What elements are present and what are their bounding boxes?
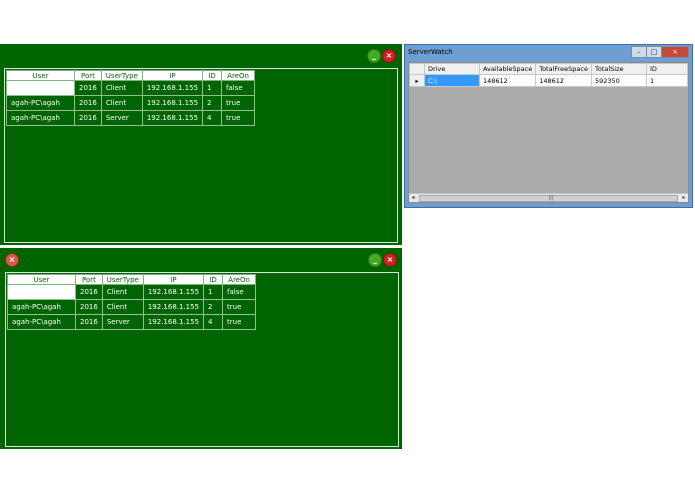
cell-areon[interactable]: true <box>221 110 256 126</box>
table-row[interactable]: agah-PC\agah 2016 Server 192.168.1.155 4… <box>6 110 256 126</box>
col-header-ip[interactable]: IP <box>141 70 204 81</box>
cell-areon[interactable]: true <box>222 314 257 330</box>
panel-content: User Port UserType IP ID AreOn 2016 Clie… <box>5 272 399 447</box>
cell-user[interactable]: agah-PC\agah <box>7 299 76 315</box>
minimize-button[interactable]: _ <box>367 49 381 63</box>
cell-usertype[interactable]: Client <box>101 284 144 300</box>
cell-user[interactable]: agah-PC\agah <box>6 95 75 111</box>
table-row[interactable]: 2016 Client 192.168.1.155 1 false <box>7 284 257 300</box>
scroll-left-icon[interactable]: ◂ <box>409 194 417 202</box>
cell-availablespace[interactable]: 148612 <box>478 74 537 87</box>
server-watch-window: ServerWatch – □ × Drive AvailableSpace T… <box>404 44 693 208</box>
col-header-drive[interactable]: Drive <box>423 63 480 75</box>
cell-port[interactable]: 2016 <box>74 110 102 126</box>
cell-port[interactable]: 2016 <box>74 80 102 96</box>
panel-titlebar: _ × <box>0 44 402 66</box>
cell-ip[interactable]: 192.168.1.155 <box>141 80 204 96</box>
cell-areon[interactable]: false <box>222 284 257 300</box>
scroll-right-icon[interactable]: ▸ <box>680 194 688 202</box>
col-header-id[interactable]: ID <box>202 70 223 81</box>
window-controls: – □ × <box>631 46 689 58</box>
cell-user[interactable]: agah-PC\agah <box>7 314 76 330</box>
row-selector-icon[interactable]: ▸ <box>409 74 425 87</box>
table-row[interactable]: agah-PC\agah 2016 Client 192.168.1.155 2… <box>7 299 257 315</box>
table-row[interactable]: agah-PC\agah 2016 Client 192.168.1.155 2… <box>6 95 256 111</box>
user-panel-top: _ × User Port UserType IP ID AreOn 2016 … <box>0 44 402 245</box>
cell-totalsize[interactable]: 592350 <box>591 74 647 87</box>
cell-usertype[interactable]: Server <box>101 314 144 330</box>
cell-id[interactable]: 1 <box>645 74 689 87</box>
minimize-button[interactable]: – <box>631 46 647 58</box>
drives-grid[interactable]: Drive AvailableSpace TotalFreeSpace Tota… <box>409 63 689 87</box>
cell-usertype[interactable]: Client <box>100 95 143 111</box>
cell-port[interactable]: 2016 <box>75 284 103 300</box>
cell-usertype[interactable]: Server <box>100 110 143 126</box>
cell-port[interactable]: 2016 <box>75 314 103 330</box>
col-header-port[interactable]: Port <box>75 274 103 285</box>
cell-drive[interactable]: C:\ <box>423 74 480 87</box>
window-title: ServerWatch <box>408 48 453 56</box>
col-header-usertype[interactable]: UserType <box>100 70 143 81</box>
table-row[interactable]: agah-PC\agah 2016 Server 192.168.1.155 4… <box>7 314 257 330</box>
cell-ip[interactable]: 192.168.1.155 <box>141 95 204 111</box>
minimize-button[interactable]: _ <box>368 253 382 267</box>
row-header-corner[interactable] <box>409 63 425 75</box>
maximize-button[interactable]: □ <box>646 46 662 58</box>
cell-ip[interactable]: 192.168.1.155 <box>142 314 205 330</box>
cell-user[interactable] <box>6 80 75 96</box>
panel-content: User Port UserType IP ID AreOn 2016 Clie… <box>4 68 398 243</box>
col-header-totalsize[interactable]: TotalSize <box>591 63 647 75</box>
panel-titlebar: × _ × <box>0 248 402 270</box>
cell-port[interactable]: 2016 <box>75 299 103 315</box>
scroll-grip-icon: ||| <box>548 195 554 201</box>
col-header-availablespace[interactable]: AvailableSpace <box>478 63 537 75</box>
grid-header-row: Drive AvailableSpace TotalFreeSpace Tota… <box>409 63 689 75</box>
drives-grid-area: Drive AvailableSpace TotalFreeSpace Tota… <box>408 62 689 203</box>
cell-areon[interactable]: true <box>222 299 257 315</box>
cell-id[interactable]: 2 <box>203 299 224 315</box>
col-header-areon[interactable]: AreOn <box>221 70 256 81</box>
col-header-user[interactable]: User <box>6 70 75 81</box>
col-header-user[interactable]: User <box>7 274 76 285</box>
col-header-id[interactable]: ID <box>203 274 224 285</box>
cell-areon[interactable]: true <box>221 95 256 111</box>
col-header-totalfreespace[interactable]: TotalFreeSpace <box>535 63 592 75</box>
cell-id[interactable]: 4 <box>203 314 224 330</box>
cell-user[interactable] <box>7 284 76 300</box>
users-grid[interactable]: User Port UserType IP ID AreOn 2016 Clie… <box>7 274 257 330</box>
col-header-usertype[interactable]: UserType <box>101 274 144 285</box>
cell-id[interactable]: 2 <box>202 95 223 111</box>
close-button[interactable]: × <box>661 46 689 58</box>
close-button[interactable]: × <box>382 49 396 63</box>
user-panel-bottom: × _ × User Port UserType IP ID AreOn 201… <box>0 248 402 449</box>
grid-header-row: User Port UserType IP ID AreOn <box>7 274 257 285</box>
table-row[interactable]: ▸ C:\ 148612 148612 592350 1 <box>409 74 689 87</box>
table-row[interactable]: 2016 Client 192.168.1.155 1 false <box>6 80 256 96</box>
users-grid[interactable]: User Port UserType IP ID AreOn 2016 Clie… <box>6 70 256 126</box>
horizontal-scrollbar[interactable]: ◂ ||| ▸ <box>409 193 688 202</box>
left-close-button[interactable]: × <box>5 253 19 267</box>
grid-header-row: User Port UserType IP ID AreOn <box>6 70 256 81</box>
col-header-ip[interactable]: IP <box>142 274 205 285</box>
cell-totalfreespace[interactable]: 148612 <box>535 74 592 87</box>
cell-id[interactable]: 1 <box>202 80 223 96</box>
col-header-id[interactable]: ID <box>645 63 689 75</box>
col-header-port[interactable]: Port <box>74 70 102 81</box>
cell-ip[interactable]: 192.168.1.155 <box>142 284 205 300</box>
cell-user[interactable]: agah-PC\agah <box>6 110 75 126</box>
cell-ip[interactable]: 192.168.1.155 <box>141 110 204 126</box>
scroll-thumb[interactable]: ||| <box>419 195 678 202</box>
cell-id[interactable]: 4 <box>202 110 223 126</box>
cell-ip[interactable]: 192.168.1.155 <box>142 299 205 315</box>
close-button[interactable]: × <box>383 253 397 267</box>
cell-usertype[interactable]: Client <box>100 80 143 96</box>
cell-usertype[interactable]: Client <box>101 299 144 315</box>
cell-port[interactable]: 2016 <box>74 95 102 111</box>
cell-id[interactable]: 1 <box>203 284 224 300</box>
cell-areon[interactable]: false <box>221 80 256 96</box>
col-header-areon[interactable]: AreOn <box>222 274 257 285</box>
